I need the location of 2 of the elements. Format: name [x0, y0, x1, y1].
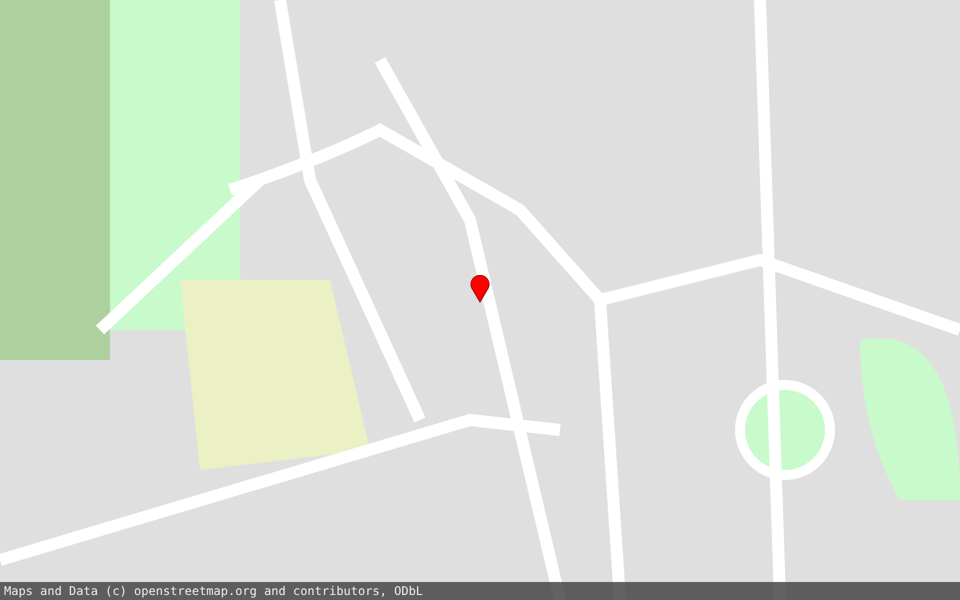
map-pin-icon — [470, 275, 490, 303]
attribution-text: Maps and Data (c) openstreetmap.org and contributors, ODbL — [4, 584, 424, 598]
